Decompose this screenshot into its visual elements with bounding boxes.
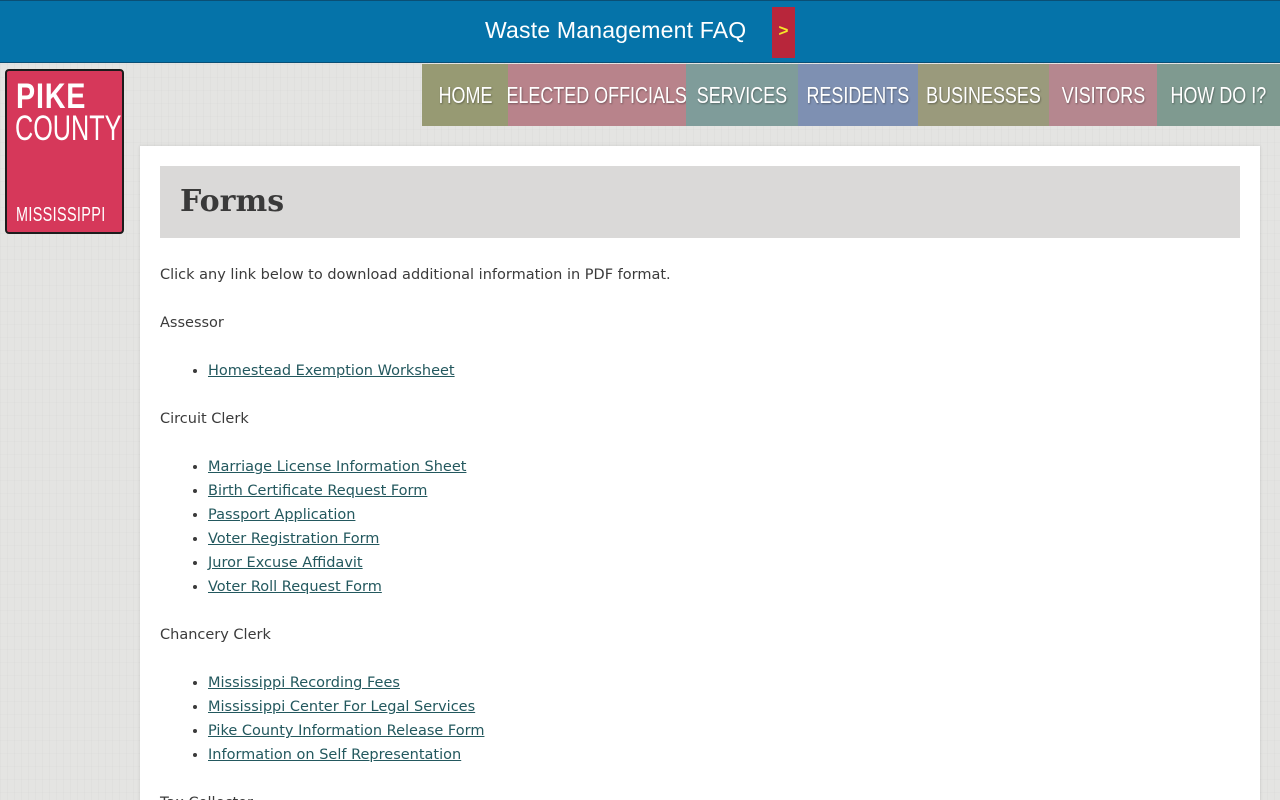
form-link[interactable]: Passport Application	[208, 507, 355, 523]
nav-item-elected-officials[interactable]: ELECTED OFFICIALS	[508, 64, 686, 126]
content-panel: Forms Click any link below to download a…	[140, 146, 1260, 800]
list-item: Birth Certificate Request Form	[208, 479, 1240, 503]
form-link[interactable]: Voter Registration Form	[208, 531, 379, 547]
form-link[interactable]: Information on Self Representation	[208, 747, 461, 763]
main-nav: HOME ELECTED OFFICIALS SERVICES RESIDENTS BU…	[422, 64, 1280, 126]
section-heading: Assessor	[160, 315, 224, 331]
list-item: Marriage License Information Sheet	[208, 455, 1240, 479]
form-link[interactable]: Homestead Exemption Worksheet	[208, 363, 455, 379]
list-item: Mississippi Recording Fees	[208, 671, 1240, 695]
list-item: Passport Application	[208, 503, 1240, 527]
page-title-bar: Forms	[160, 166, 1240, 238]
page-title: Forms	[180, 184, 285, 219]
list-item: Information on Self Representation	[208, 743, 1240, 767]
form-link[interactable]: Mississippi Center For Legal Services	[208, 699, 475, 715]
announcement-banner: Waste Management FAQ >	[0, 0, 1280, 63]
logo-text-county: COUNTY	[15, 109, 122, 148]
section-heading: Tax Collector	[160, 791, 1240, 800]
nav-item-label: VISITORS	[1061, 81, 1145, 108]
section-heading: Chancery Clerk	[160, 627, 271, 643]
list-item: Voter Registration Form	[208, 527, 1240, 551]
nav-item-label: HOME	[438, 81, 492, 108]
form-link[interactable]: Pike County Information Release Form	[208, 723, 484, 739]
nav-item-services[interactable]: SERVICES	[686, 64, 798, 126]
nav-item-residents[interactable]: RESIDENTS	[798, 64, 918, 126]
nav-item-label: ELECTED OFFICIALS	[508, 81, 686, 108]
form-link[interactable]: Voter Roll Request Form	[208, 579, 382, 595]
nav-item-how-do-i[interactable]: HOW DO I?	[1157, 64, 1280, 126]
list-item: Juror Excuse Affidavit	[208, 551, 1240, 575]
form-link[interactable]: Birth Certificate Request Form	[208, 483, 427, 499]
form-link[interactable]: Juror Excuse Affidavit	[208, 555, 363, 571]
list-item: Mississippi Center For Legal Services	[208, 695, 1240, 719]
site-logo[interactable]: PIKE COUNTY MISSISSIPPI	[5, 69, 124, 234]
logo-text-state: MISSISSIPPI	[16, 204, 106, 226]
nav-item-businesses[interactable]: BUSINESSES	[918, 64, 1049, 126]
list-item: Voter Roll Request Form	[208, 575, 1240, 599]
list-item: Homestead Exemption Worksheet	[208, 359, 1240, 383]
nav-item-visitors[interactable]: VISITORS	[1049, 64, 1157, 126]
form-link-list: Homestead Exemption Worksheet	[160, 359, 1240, 383]
banner-link[interactable]: Waste Management FAQ	[485, 17, 746, 44]
nav-item-label: BUSINESSES	[926, 81, 1041, 108]
form-link[interactable]: Marriage License Information Sheet	[208, 459, 466, 475]
intro-text: Click any link below to download additio…	[160, 267, 671, 283]
list-item: Pike County Information Release Form	[208, 719, 1240, 743]
nav-item-label: SERVICES	[696, 81, 788, 108]
form-link[interactable]: Mississippi Recording Fees	[208, 675, 400, 691]
nav-item-home[interactable]: HOME	[422, 64, 508, 126]
form-link-list: Mississippi Recording Fees Mississippi Ce…	[160, 671, 1240, 767]
banner-next-button[interactable]: >	[772, 7, 795, 58]
page-content: Click any link below to download additio…	[160, 263, 1240, 800]
nav-item-label: HOW DO I?	[1170, 81, 1267, 108]
form-link-list: Marriage License Information Sheet Birth …	[160, 455, 1240, 599]
nav-item-label: RESIDENTS	[806, 81, 910, 108]
section-heading: Circuit Clerk	[160, 411, 249, 427]
